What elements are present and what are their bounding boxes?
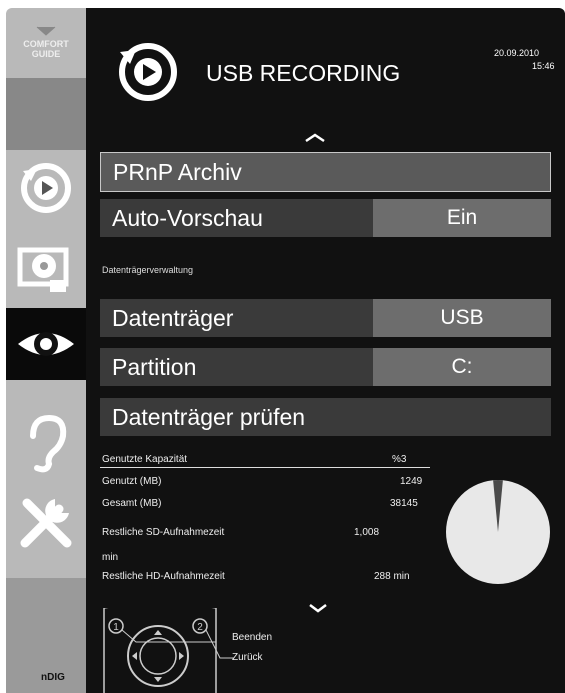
used-capacity-label: Genutzte Kapazität bbox=[102, 454, 188, 465]
total-mb-value: 38145 bbox=[390, 498, 418, 509]
sidebar: COMFORT GUIDE nDIG bbox=[6, 8, 86, 693]
check-label: Datenträger prüfen bbox=[112, 404, 306, 430]
hd-time-value: 288 min bbox=[374, 571, 410, 582]
menu-item-partition[interactable]: Partition C: bbox=[100, 348, 551, 386]
total-mb-label: Gesamt (MB) bbox=[102, 498, 162, 509]
autopreview-value[interactable]: Ein bbox=[373, 199, 551, 237]
chevron-down-icon bbox=[36, 26, 56, 36]
exit-label: Beenden bbox=[232, 632, 273, 643]
brand-logo: nDIG bbox=[41, 672, 65, 683]
capacity-divider bbox=[100, 467, 430, 468]
tools-icon bbox=[20, 498, 72, 548]
scroll-up-icon[interactable] bbox=[304, 133, 326, 143]
remote-control-icon: 1 2 bbox=[103, 608, 234, 693]
back-label: Zurück bbox=[232, 652, 263, 663]
scroll-down-icon[interactable] bbox=[308, 603, 328, 613]
recording-icon bbox=[21, 163, 71, 213]
screen: COMFORT GUIDE nDIG USB RECORDING 20.09.2… bbox=[0, 0, 565, 693]
capacity-pie-chart bbox=[446, 480, 550, 584]
comfort-guide-button[interactable]: COMFORT GUIDE bbox=[6, 8, 86, 76]
comfort-guide-label-2: GUIDE bbox=[31, 49, 61, 59]
sd-time-label: Restliche SD-Aufnahmezeit bbox=[102, 527, 225, 538]
partition-value[interactable]: C: bbox=[373, 348, 551, 386]
key-1-label: 1 bbox=[113, 622, 119, 633]
sidebar-gap bbox=[6, 78, 86, 150]
key-2-label: 2 bbox=[197, 622, 203, 633]
main-panel: USB RECORDING 20.09.2010 15:46 PRnP Arch… bbox=[86, 8, 565, 693]
ear-icon bbox=[30, 414, 67, 473]
archive-label: PRnP Archiv bbox=[113, 159, 242, 185]
section-label: Datenträgerverwaltung bbox=[102, 265, 194, 275]
used-mb-label: Genutzt (MB) bbox=[102, 476, 162, 487]
used-capacity-value: %3 bbox=[392, 454, 407, 465]
sidebar-item-media[interactable] bbox=[6, 234, 86, 304]
menu-item-autopreview[interactable]: Auto-Vorschau Ein bbox=[100, 199, 551, 237]
sd-time-unit: min bbox=[102, 552, 119, 563]
menu-item-device[interactable]: Datenträger USB bbox=[100, 299, 551, 337]
partition-label: Partition bbox=[112, 354, 197, 380]
device-value[interactable]: USB bbox=[373, 299, 551, 337]
sd-time-value: 1,008 bbox=[354, 527, 380, 538]
device-label: Datenträger bbox=[112, 305, 234, 331]
sidebar-item-recording[interactable] bbox=[6, 154, 86, 222]
eye-icon bbox=[18, 332, 74, 356]
time: 15:46 bbox=[532, 61, 555, 71]
page-title: USB RECORDING bbox=[206, 60, 401, 86]
autopreview-label: Auto-Vorschau bbox=[112, 205, 263, 231]
sidebar-bottom: nDIG bbox=[6, 578, 86, 693]
used-mb-value: 1249 bbox=[400, 476, 423, 487]
sidebar-item-settings[interactable] bbox=[6, 484, 86, 560]
media-icon bbox=[17, 247, 69, 292]
date: 20.09.2010 bbox=[494, 48, 540, 58]
comfort-guide-label-1: COMFORT bbox=[23, 39, 69, 49]
menu-item-check[interactable]: Datenträger prüfen bbox=[100, 398, 551, 436]
menu-item-archive[interactable]: PRnP Archiv bbox=[100, 152, 551, 192]
hd-time-label: Restliche HD-Aufnahmezeit bbox=[102, 571, 225, 582]
usb-recording-icon bbox=[119, 43, 177, 101]
sidebar-item-audio[interactable] bbox=[6, 408, 86, 478]
sidebar-item-view[interactable] bbox=[6, 308, 86, 380]
